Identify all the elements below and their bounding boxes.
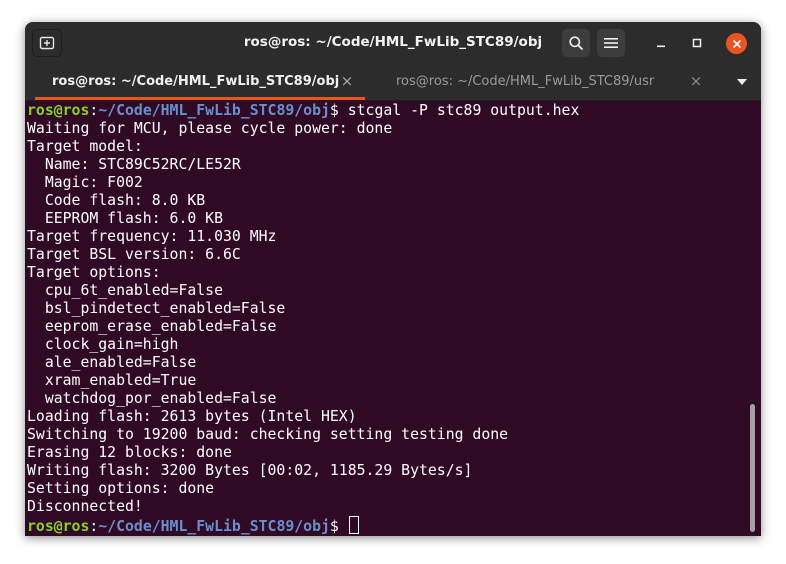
- maximize-button[interactable]: [686, 32, 708, 54]
- chevron-down-icon: [737, 79, 747, 85]
- search-button[interactable]: [562, 29, 590, 57]
- close-button[interactable]: [726, 33, 747, 54]
- active-tab-indicator: [35, 97, 365, 100]
- hamburger-menu-icon: [604, 38, 618, 48]
- close-icon: [732, 39, 741, 48]
- output-line: clock_gain=high: [27, 336, 179, 353]
- output-line: watchdog_por_enabled=False: [27, 390, 277, 407]
- tab-close-icon[interactable]: ×: [688, 73, 704, 89]
- search-icon: [569, 36, 583, 50]
- output-line: Code flash: 8.0 KB: [27, 192, 206, 209]
- prompt-path: ~/Code/HML_FwLib_STC89/obj: [98, 102, 330, 119]
- tab-label: ros@ros: ~/Code/HML_FwLib_STC89/usr: [396, 74, 655, 89]
- scrollbar[interactable]: [747, 101, 761, 536]
- output-line: Magic: F002: [27, 174, 143, 191]
- output-line: Switching to 19200 baud: checking settin…: [27, 426, 509, 443]
- output-line: Target BSL version: 6.6C: [27, 246, 241, 263]
- output-line: bsl_pindetect_enabled=False: [27, 300, 286, 317]
- prompt-path: ~/Code/HML_FwLib_STC89/obj: [98, 518, 330, 535]
- output-line: Disconnected!: [27, 498, 143, 515]
- prompt-colon: :: [89, 518, 99, 535]
- tab-bar: ros@ros: ~/Code/HML_FwLib_STC89/obj × ro…: [25, 64, 761, 101]
- tab-close-icon[interactable]: ×: [339, 73, 355, 89]
- new-tab-button[interactable]: [32, 29, 62, 57]
- output-line: xram_enabled=True: [27, 372, 197, 389]
- new-tab-icon: [39, 36, 55, 50]
- output-line: EEPROM flash: 6.0 KB: [27, 210, 223, 227]
- output-line: Loading flash: 2613 bytes (Intel HEX): [27, 408, 357, 425]
- minimize-icon: [657, 45, 665, 48]
- prompt-line: ros@ros:~/Code/HML_FwLib_STC89/obj$ stcg…: [27, 102, 747, 120]
- output-line: Waiting for MCU, please cycle power: don…: [27, 120, 393, 137]
- prompt-user: ros@ros: [27, 102, 90, 119]
- output-line: Target frequency: 11.030 MHz: [27, 228, 277, 245]
- output-line: eeprom_erase_enabled=False: [27, 318, 277, 335]
- tab-obj[interactable]: ros@ros: ~/Code/HML_FwLib_STC89/obj ×: [35, 64, 365, 100]
- prompt-dollar: $: [329, 518, 348, 535]
- title-bar[interactable]: ros@ros: ~/Code/HML_FwLib_STC89/obj: [25, 22, 761, 64]
- output-line: Target options:: [27, 264, 161, 281]
- prompt-line[interactable]: ros@ros:~/Code/HML_FwLib_STC89/obj$: [27, 516, 747, 535]
- output-line: Setting options: done: [27, 480, 215, 497]
- output-line: ale_enabled=False: [27, 354, 197, 371]
- terminal-output[interactable]: ros@ros:~/Code/HML_FwLib_STC89/obj$ stcg…: [25, 101, 747, 536]
- minimize-button[interactable]: [650, 32, 672, 54]
- maximize-icon: [692, 38, 702, 48]
- terminal-window: ros@ros: ~/Code/HML_FwLib_STC89/obj ros@…: [25, 22, 761, 536]
- prompt-user: ros@ros: [27, 518, 90, 535]
- text-cursor: [348, 516, 359, 534]
- output-line: Target model:: [27, 138, 143, 155]
- scrollbar-thumb[interactable]: [750, 404, 755, 532]
- output-line: Writing flash: 3200 Bytes [00:02, 1185.2…: [27, 462, 473, 479]
- output-line: Erasing 12 blocks: done: [27, 444, 232, 461]
- output-line: cpu_6t_enabled=False: [27, 282, 223, 299]
- tab-usr[interactable]: ros@ros: ~/Code/HML_FwLib_STC89/usr ×: [375, 64, 705, 100]
- prompt-dollar: $: [329, 102, 348, 119]
- output-line: Name: STC89C52RC/LE52R: [27, 156, 241, 173]
- prompt-colon: :: [89, 102, 99, 119]
- tab-list-dropdown-button[interactable]: [732, 72, 752, 92]
- tab-label: ros@ros: ~/Code/HML_FwLib_STC89/obj: [52, 74, 340, 89]
- command-text: stcgal -P stc89 output.hex: [347, 102, 580, 119]
- menu-button[interactable]: [597, 29, 625, 57]
